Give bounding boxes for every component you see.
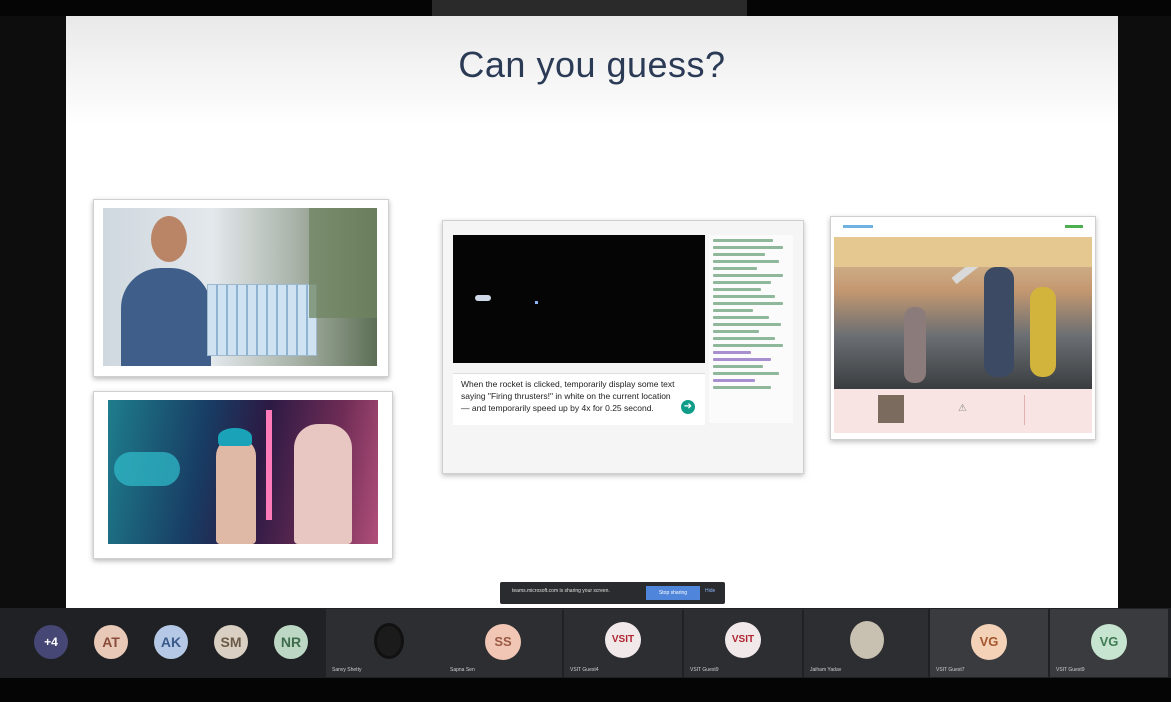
participant-name: VSIT Guest9 — [690, 667, 719, 673]
figure-right — [294, 424, 352, 544]
alert-thumbnail — [878, 395, 904, 423]
participant-name: Sanvy Shetty — [332, 667, 362, 673]
building-model — [207, 284, 317, 356]
figure-left — [216, 438, 256, 544]
top-bar — [0, 0, 1171, 16]
participant-initials: VG — [1091, 624, 1127, 660]
participant-tile[interactable]: Sanvy Shetty — [326, 609, 444, 677]
man-head — [151, 216, 187, 262]
hide-banner-button[interactable]: Hide — [705, 588, 715, 594]
participant-photo — [374, 623, 404, 659]
man-with-model-image — [103, 208, 377, 366]
participant-avatar[interactable]: AT — [94, 625, 128, 659]
monitor-header — [831, 217, 1095, 237]
left-border — [0, 16, 66, 608]
star-dot — [535, 301, 538, 304]
participant-tile[interactable]: SS Sapna Sen — [444, 609, 562, 677]
neon-sign — [114, 452, 180, 486]
code-panel — [709, 235, 793, 423]
vsit-logo: VSIT — [725, 622, 761, 658]
person-1 — [904, 307, 926, 383]
stop-sharing-button[interactable]: Stop sharing — [646, 586, 700, 600]
screen-share-banner: teams.microsoft.com is sharing your scre… — [500, 582, 725, 604]
participant-name: Jaiham Yadav — [810, 667, 842, 673]
person-2 — [984, 267, 1014, 377]
pink-glow — [266, 410, 272, 520]
submit-prompt-button: ➜ — [681, 400, 695, 414]
picture-frame-2 — [93, 391, 393, 559]
participant-tile[interactable]: VG VSIT Guest9 — [1050, 609, 1168, 677]
shared-slide: Can you guess? When the rocket is clicke… — [66, 16, 1118, 608]
bottom-border — [0, 678, 1171, 702]
participant-initials: SS — [485, 624, 521, 660]
share-banner-text: teams.microsoft.com is sharing your scre… — [512, 588, 610, 594]
rocket-sprite — [475, 295, 491, 301]
more-participants-button[interactable]: +4 — [34, 625, 68, 659]
foliage — [309, 208, 377, 318]
picture-frame-1 — [93, 199, 389, 377]
prompt-text: When the rocket is clicked, temporarily … — [461, 379, 675, 413]
code-editor-card: When the rocket is clicked, temporarily … — [442, 220, 804, 474]
game-stage — [453, 235, 705, 363]
person-3 — [1030, 287, 1056, 377]
ceiling-band — [834, 237, 1092, 267]
participant-name: Sapna Sen — [450, 667, 475, 673]
participant-tile[interactable]: VSIT VSIT Guest9 — [684, 609, 802, 677]
participant-avatar[interactable]: SM — [214, 625, 248, 659]
warning-icon: ⚠ — [958, 403, 967, 414]
participant-tile[interactable]: Jaiham Yadav — [804, 609, 928, 677]
participant-tile[interactable]: VG VSIT Guest7 — [930, 609, 1048, 677]
crowd-escalator-image — [834, 237, 1092, 389]
alert-divider — [1024, 395, 1025, 425]
participant-photo — [850, 621, 884, 659]
ai-scene-image — [108, 400, 378, 544]
participant-avatar[interactable]: AK — [154, 625, 188, 659]
slide-title: Can you guess? — [458, 44, 726, 85]
participant-name: VSIT Guest4 — [570, 667, 599, 673]
vsit-logo: VSIT — [605, 622, 641, 658]
participant-avatar[interactable]: NR — [274, 625, 308, 659]
participant-name: VSIT Guest7 — [936, 667, 965, 673]
camera-monitor-card: ⚠ — [830, 216, 1096, 440]
figure-left-hat — [218, 428, 252, 446]
participant-initials: VG — [971, 624, 1007, 660]
top-notch — [432, 0, 747, 16]
right-border — [1118, 16, 1171, 608]
prompt-box: When the rocket is clicked, temporarily … — [453, 373, 705, 425]
alert-strip: ⚠ — [834, 389, 1092, 433]
man-figure — [121, 268, 211, 366]
participant-name: VSIT Guest9 — [1056, 667, 1085, 673]
participant-tile[interactable]: VSIT VSIT Guest4 — [564, 609, 682, 677]
